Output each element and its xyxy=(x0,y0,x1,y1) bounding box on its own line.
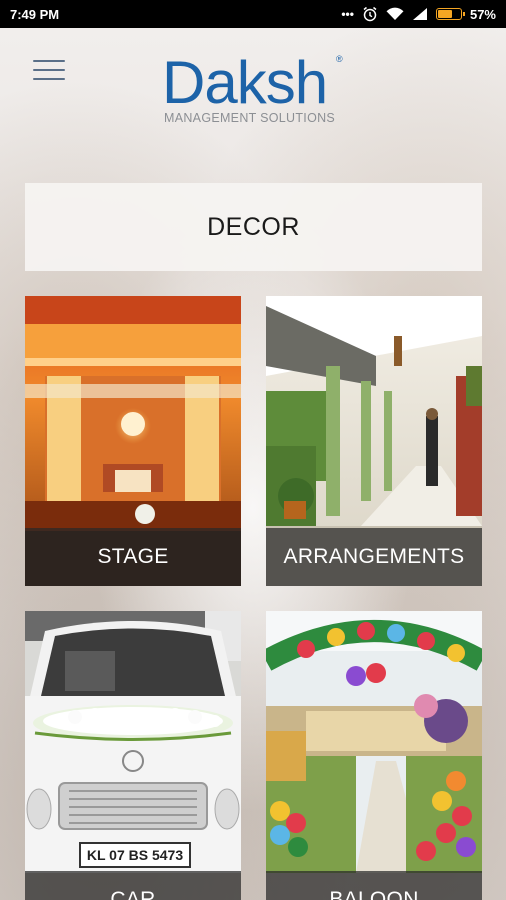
tile-arrangements-label: ARRANGEMENTS xyxy=(266,528,482,586)
battery-percent: 57% xyxy=(469,6,496,22)
signal-icon xyxy=(412,7,428,21)
tile-baloon-label: BALOON xyxy=(266,871,482,900)
car-license-plate: KL 07 BS 5473 xyxy=(87,847,183,863)
baloon-photo xyxy=(266,611,482,873)
battery-icon xyxy=(435,8,465,20)
tile-stage-label: STAGE xyxy=(25,528,241,586)
wifi-icon xyxy=(386,7,404,21)
daksh-logo: Daksh ® MANAGEMENT SOLUTIONS xyxy=(162,49,352,130)
status-time: 7:49 PM xyxy=(10,6,60,22)
section-title: DECOR xyxy=(207,212,300,241)
tile-baloon[interactable]: BALOON xyxy=(266,611,482,900)
alarm-icon xyxy=(362,6,378,22)
hamburger-menu-icon[interactable] xyxy=(33,60,65,80)
tile-stage[interactable]: STAGE xyxy=(25,296,241,586)
car-photo: KL 07 BS 5473 xyxy=(25,611,241,873)
more-dots-icon: ••• xyxy=(341,7,354,21)
status-bar: 7:49 PM ••• 57% xyxy=(0,0,506,28)
logo-text: Daksh xyxy=(162,49,328,116)
section-header: DECOR xyxy=(25,183,482,271)
logo-registered-mark: ® xyxy=(336,54,343,64)
tile-car-label: CAR xyxy=(25,871,241,900)
tile-car[interactable]: KL 07 BS 5473 CAR xyxy=(25,611,241,900)
tile-arrangements[interactable]: ARRANGEMENTS xyxy=(266,296,482,586)
logo-subtitle: MANAGEMENT SOLUTIONS xyxy=(164,111,336,125)
